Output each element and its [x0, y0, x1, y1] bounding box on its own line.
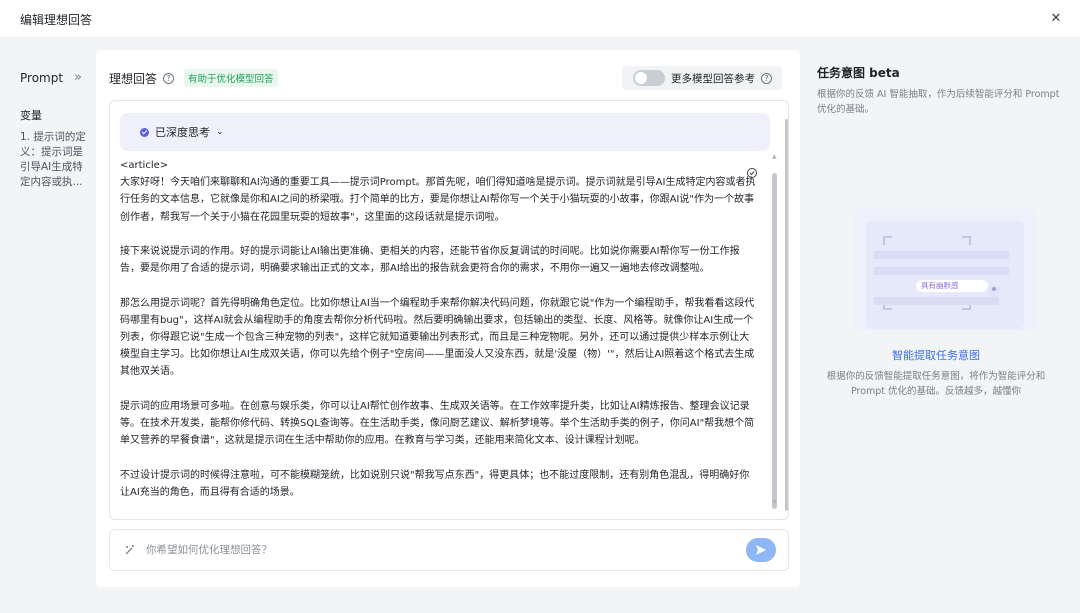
magic-wand-icon [125, 545, 134, 555]
status-tag: 有助于优化模型回答 [184, 69, 278, 87]
extract-intent-link[interactable]: 智能提取任务意图 [800, 347, 1072, 363]
optimize-input-bar [109, 529, 789, 571]
intent-illustration [854, 209, 1036, 331]
variables-label: 变量 [20, 109, 42, 122]
intent-badge: 具有幽默感 [921, 281, 959, 290]
dialog-title: 编辑理想回答 [20, 13, 93, 27]
task-intent-title: 任务意图 beta [817, 66, 900, 80]
more-models-toggle[interactable] [633, 70, 665, 86]
answer-text[interactable]: <article> 大家好呀！今天咱们来聊聊和AI沟通的重要工具——提示词Pro… [120, 157, 756, 501]
close-icon[interactable]: ✕ [1048, 10, 1064, 26]
copy-icon[interactable] [746, 167, 758, 179]
check-circle-icon [140, 127, 149, 137]
toggle-label: 更多模型回答参考 [671, 72, 755, 85]
more-models-toggle-group: 更多模型回答参考 ? [622, 66, 782, 90]
send-icon [756, 545, 766, 555]
help-icon[interactable]: ? [163, 72, 175, 84]
panel-header: 理想回答 ? 有助于优化模型回答 [109, 69, 278, 87]
extract-intent-description: 根据你的反馈智能提取任务意图，将作为智能评分和 Prompt 优化的基础。反馈越… [826, 371, 1046, 397]
task-intent-panel: 任务意图 beta 根据你的反馈 AI 智能抽取，作为后续智能评分和 Promp… [800, 38, 1080, 613]
optimize-input[interactable] [146, 544, 706, 556]
prompt-label: Prompt [20, 70, 64, 85]
inner-scrollbar[interactable] [772, 159, 777, 509]
deep-thinking-toggle[interactable]: 已深度思考 ⌄ [120, 113, 770, 151]
outer-scrollbar[interactable] [785, 119, 788, 511]
prompt-header: Prompt » [20, 70, 82, 85]
send-button[interactable] [746, 538, 776, 562]
panel-title: 理想回答 [109, 71, 158, 86]
scroll-down-icon[interactable]: ▼ [772, 499, 777, 506]
left-sidebar: Prompt » 变量 1. 提示词的定义：提示词是引导AI生成特定内容或执..… [0, 38, 96, 613]
task-intent-description: 根据你的反馈 AI 智能抽取，作为后续智能评分和 Prompt 优化的基础。 [817, 89, 1060, 115]
dialog-header: 编辑理想回答 ✕ [0, 0, 1080, 38]
double-chevron-right-icon[interactable]: » [74, 70, 82, 85]
help-icon[interactable]: ? [761, 72, 772, 84]
answer-editor[interactable]: 已深度思考 ⌄ <article> 大家好呀！今天咱们来聊聊和AI沟通的重要工具… [109, 100, 789, 520]
ideal-answer-panel: 理想回答 ? 有助于优化模型回答 更多模型回答参考 ? 已深度思考 ⌄ <art… [96, 50, 800, 587]
thinking-label: 已深度思考 [155, 126, 210, 139]
variable-item[interactable]: 1. 提示词的定义：提示词是引导AI生成特定内容或执... [20, 130, 86, 190]
chevron-down-icon: ⌄ [216, 127, 224, 137]
